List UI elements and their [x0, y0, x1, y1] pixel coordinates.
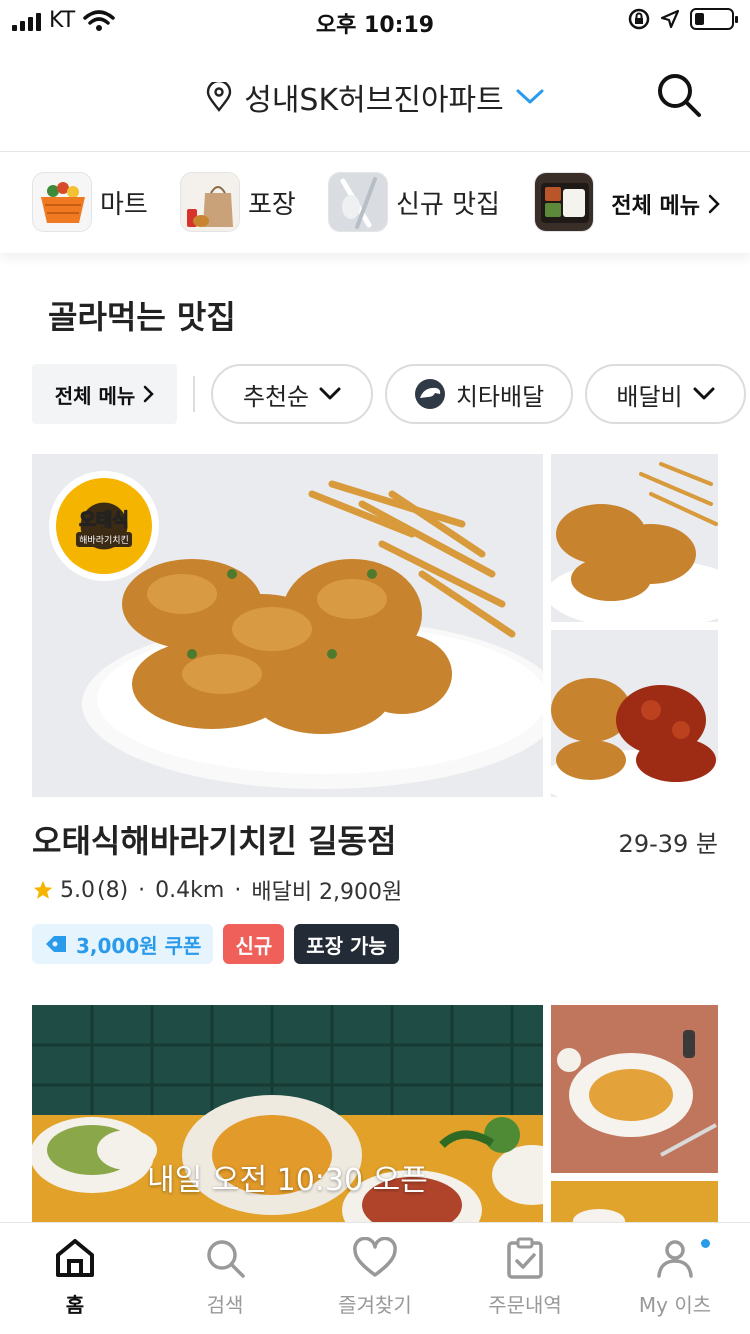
- takeout-available-badge: 포장 가능: [294, 924, 399, 964]
- filter-bar: 전체 메뉴 추천순 치타배달 배달비: [0, 364, 750, 424]
- chevron-down-icon: [516, 89, 544, 104]
- new-badge: 신규: [223, 924, 285, 964]
- filter-cheetah-label: 치타배달: [455, 382, 545, 411]
- logo-subtext: 해바라기치킨: [76, 531, 132, 547]
- restaurant-images: 오태식 해바라기치킨: [32, 454, 718, 797]
- filter-divider: [193, 376, 195, 412]
- section-title: 골라먹는 맛집: [48, 298, 236, 336]
- cheetah-icon: [414, 379, 445, 409]
- search-button[interactable]: [656, 72, 702, 118]
- filter-all-menu[interactable]: 전체 메뉴: [32, 364, 177, 424]
- heart-icon: [353, 1237, 397, 1277]
- home-icon: [56, 1239, 94, 1277]
- clipboard-icon: [507, 1237, 543, 1279]
- chevron-down-icon: [693, 387, 715, 400]
- coupon-badge: 3,000원 쿠폰: [32, 924, 214, 964]
- delivery-fee: 배달비 2,900원: [251, 880, 403, 905]
- filter-fee-label: 배달비: [616, 382, 683, 411]
- cutlery-icon: [328, 172, 388, 232]
- restaurant-main-image: 오태식 해바라기치킨: [32, 454, 543, 797]
- category-row: 마트 포장 신규 맛집 전체 메뉴: [0, 153, 750, 253]
- tab-search[interactable]: 검색: [150, 1223, 300, 1334]
- bottom-tab-bar: 홈 검색 즐겨찾기 주문내역 My 이츠: [0, 1222, 750, 1334]
- notification-dot: [701, 1239, 710, 1248]
- restaurant-side-image: [551, 454, 718, 622]
- takeout-bag-icon: [180, 172, 240, 232]
- filter-all-menu-label: 전체 메뉴: [54, 383, 136, 408]
- logo-text: 오태식: [79, 509, 130, 531]
- restaurant-logo: 오태식 해바라기치킨: [49, 471, 159, 581]
- restaurant-name: 오태식해바라기치킨 길동점: [32, 822, 397, 860]
- category-label: 신규 맛집: [396, 189, 500, 220]
- tab-favorites[interactable]: 즐겨찾기: [300, 1223, 450, 1334]
- restaurant-images: 내일 오전 10:30 오픈: [32, 1005, 718, 1222]
- review-count: (8): [97, 877, 129, 903]
- filter-sort-label: 추천순: [242, 382, 310, 411]
- category-mart[interactable]: 마트: [32, 172, 148, 232]
- all-menu-link[interactable]: 전체 메뉴: [599, 188, 720, 220]
- category-takeout[interactable]: 포장: [180, 172, 296, 232]
- category-label: 마트: [100, 189, 148, 220]
- tag-icon: [46, 936, 66, 952]
- location-arrow-icon: [660, 9, 680, 29]
- meta-separator: ·: [234, 877, 242, 903]
- restaurant-card[interactable]: 내일 오전 10:30 오픈: [32, 1005, 718, 1222]
- status-right: [628, 8, 738, 30]
- rating-value: 5.0: [60, 877, 95, 903]
- tab-label: 검색: [206, 1293, 244, 1317]
- category-lunchbox[interactable]: [534, 172, 594, 232]
- restaurant-side-image: [551, 630, 718, 797]
- delivery-time: 29-39 분: [618, 830, 718, 858]
- chevron-right-icon: [144, 385, 155, 403]
- restaurant-meta: 5.0 (8) · 0.4km · 배달비 2,900원: [32, 874, 402, 906]
- coupon-label: 3,000원 쿠폰: [76, 933, 202, 958]
- chevron-down-icon: [319, 387, 341, 400]
- status-bar: KT 오후 10:19: [0, 0, 750, 40]
- app-header: 성내SK허브진아파트: [0, 40, 750, 152]
- tab-orders[interactable]: 주문내역: [450, 1223, 600, 1334]
- tab-label: My 이츠: [638, 1293, 712, 1317]
- lunchbox-icon: [534, 172, 594, 232]
- star-icon: [33, 880, 53, 899]
- category-new-restaurants[interactable]: 신규 맛집: [328, 172, 500, 232]
- filter-cheetah-delivery[interactable]: 치타배달: [385, 364, 573, 424]
- filter-sort[interactable]: 추천순: [211, 364, 373, 424]
- tab-my-eats[interactable]: My 이츠: [600, 1223, 750, 1334]
- distance: 0.4km: [155, 877, 225, 903]
- opening-time-overlay: 내일 오전 10:30 오픈: [147, 1163, 428, 1198]
- person-icon: [657, 1240, 693, 1278]
- tab-home[interactable]: 홈: [0, 1223, 150, 1334]
- rotation-lock-icon: [628, 8, 650, 30]
- location-pin-icon: [207, 82, 232, 112]
- restaurant-side-image: [551, 1181, 718, 1222]
- restaurant-main-image: 내일 오전 10:30 오픈: [32, 1005, 543, 1222]
- restaurant-badges: 3,000원 쿠폰 신규 포장 가능: [32, 924, 399, 964]
- meta-separator: ·: [138, 877, 146, 903]
- tab-label: 홈: [65, 1293, 85, 1317]
- tab-label: 주문내역: [488, 1293, 562, 1317]
- restaurant-side-image: [551, 1005, 718, 1173]
- all-menu-label: 전체 메뉴: [611, 194, 700, 219]
- address-label: 성내SK허브진아파트: [244, 83, 504, 118]
- battery-level: [695, 13, 704, 25]
- chevron-right-icon: [708, 194, 720, 214]
- filter-delivery-fee[interactable]: 배달비: [585, 364, 746, 424]
- battery-icon: [690, 8, 738, 30]
- restaurant-card[interactable]: 오태식 해바라기치킨 오태식해바라기치킨 길동점 29-39 분 5.0 (8)…: [32, 454, 718, 974]
- address-selector[interactable]: 성내SK허브진아파트: [0, 75, 750, 119]
- search-icon: [207, 1240, 245, 1278]
- category-label: 포장: [248, 189, 296, 220]
- tab-label: 즐겨찾기: [338, 1293, 412, 1317]
- basket-icon: [32, 172, 92, 232]
